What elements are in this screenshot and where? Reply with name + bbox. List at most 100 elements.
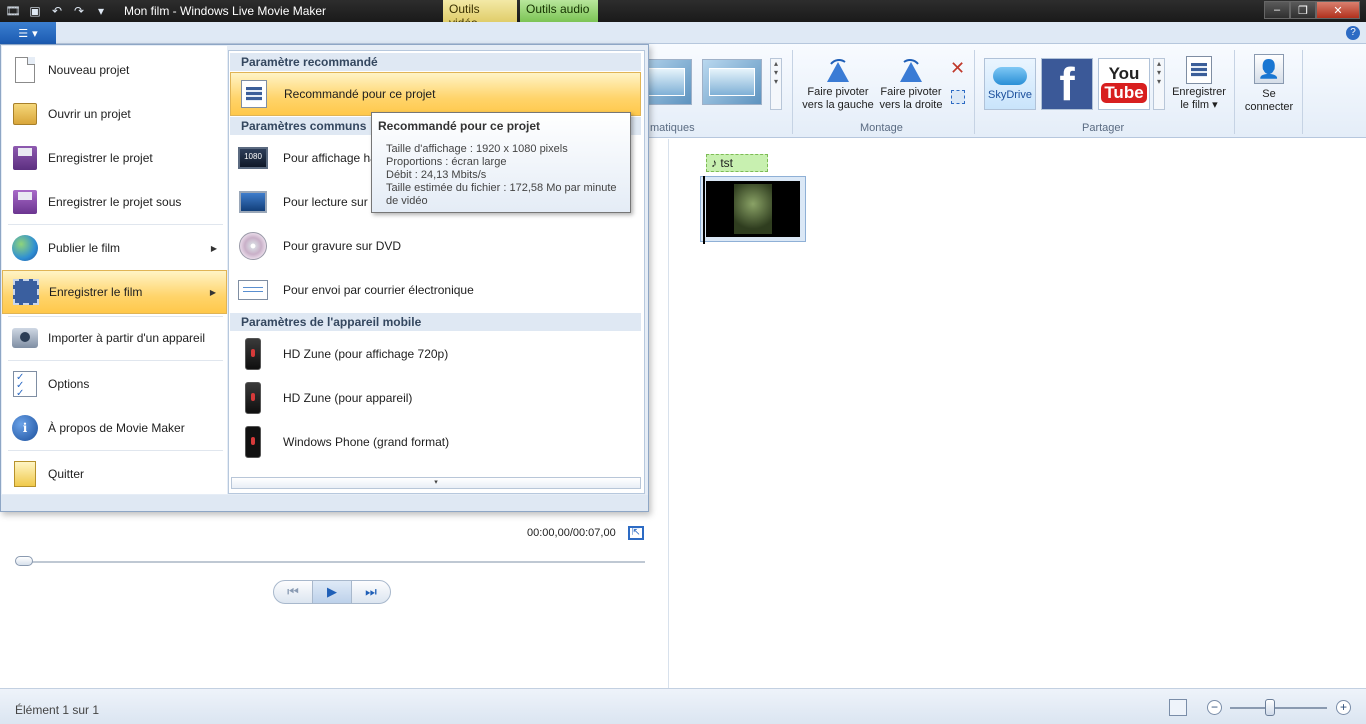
remove-icon[interactable]: ✕	[950, 58, 965, 79]
youtube-button[interactable]: You Tube	[1098, 58, 1150, 110]
submenu-item-label: Windows Phone (grand format)	[283, 435, 450, 449]
group-label-partager: Partager	[1082, 122, 1125, 134]
menu-item-label: Options	[48, 377, 90, 391]
video-clip-thumbnail	[706, 181, 800, 237]
play-button[interactable]: ▶	[312, 581, 352, 603]
rotate-left-label: Faire pivoter vers la gauche	[802, 86, 874, 111]
seek-thumb[interactable]	[15, 556, 33, 566]
next-frame-button[interactable]: ⏭	[352, 581, 390, 603]
window-controls: – ❐ ✕	[1264, 1, 1360, 19]
player-controls: ⏮ ▶ ⏭	[273, 580, 391, 604]
tooltip-line: Taille estimée du fichier : 172,58 Mo pa…	[386, 182, 617, 207]
open-folder-icon	[13, 103, 37, 125]
seek-bar[interactable]	[17, 561, 645, 563]
section-header-recommended: Paramètre recommandé	[230, 53, 641, 71]
zoom-in-button[interactable]: +	[1336, 700, 1351, 715]
select-all-icon[interactable]	[951, 90, 965, 104]
youtube-icon-bottom: Tube	[1101, 83, 1147, 103]
submenu-item-label: HD Zune (pour appareil)	[283, 391, 413, 405]
skydrive-label: SkyDrive	[987, 89, 1032, 101]
app-menu-button[interactable]: ☰ ▾	[0, 22, 56, 44]
help-button[interactable]: ?	[1346, 26, 1360, 40]
previous-frame-button[interactable]: ⏮	[274, 581, 312, 603]
submenu-scroll-down[interactable]: ▾	[231, 477, 641, 489]
timecode: 00:00,00/00:07,00	[527, 527, 616, 539]
menu-divider	[8, 360, 223, 361]
rotate-right-icon	[900, 59, 922, 82]
menu-item-save-movie[interactable]: Enregistrer le film ▶	[2, 270, 227, 314]
menu-item-exit[interactable]: Quitter	[2, 452, 227, 496]
group-label-montage: Montage	[860, 122, 903, 134]
submenu-item-label: Pour gravure sur DVD	[283, 239, 402, 253]
window-title: Mon film - Windows Live Movie Maker	[124, 4, 327, 18]
app-film-icon: 🎞	[5, 4, 21, 18]
thumbnail-size-icon[interactable]	[1169, 699, 1187, 716]
sign-in-button[interactable]: 👤 Se connecter	[1238, 54, 1300, 114]
rotate-left-button[interactable]: Faire pivoter vers la gauche	[800, 56, 876, 112]
tool-tab-video[interactable]: Outils vidéo	[443, 0, 517, 30]
status-bar	[0, 688, 1366, 724]
video-clip[interactable]	[700, 176, 806, 242]
theme-thumbnail[interactable]	[702, 59, 762, 105]
zoom-slider-track[interactable]	[1230, 707, 1327, 709]
maximize-button[interactable]: ❐	[1290, 1, 1316, 19]
redo-icon[interactable]: ↷	[70, 2, 88, 20]
app-menu-commands: Nouveau projet Ouvrir un projet Enregist…	[2, 46, 227, 494]
rotate-right-button[interactable]: Faire pivoter vers la droite	[876, 56, 946, 112]
exit-icon	[14, 461, 36, 487]
menu-item-save-project-as[interactable]: Enregistrer le projet sous	[2, 180, 227, 224]
submenu-item-label: HD Zune (pour affichage 720p)	[283, 347, 449, 361]
menu-item-label: À propos de Movie Maker	[48, 421, 185, 435]
skydrive-button[interactable]: SkyDrive	[984, 58, 1036, 110]
menu-item-open-project[interactable]: Ouvrir un projet	[2, 92, 227, 136]
checklist-icon: ✓ ✓ ✓	[13, 371, 37, 399]
undo-icon[interactable]: ↶	[48, 2, 66, 20]
submenu-item-zune-720p[interactable]: HD Zune (pour affichage 720p)	[230, 332, 641, 376]
menu-item-about[interactable]: i À propos de Movie Maker	[2, 406, 227, 450]
submenu-item-windows-phone[interactable]: Windows Phone (grand format)	[230, 420, 641, 464]
facebook-button[interactable]: f	[1041, 58, 1093, 110]
close-button[interactable]: ✕	[1316, 1, 1360, 19]
minimize-button[interactable]: –	[1264, 1, 1290, 19]
menu-item-publish-movie[interactable]: Publier le film ▶	[2, 226, 227, 270]
save-icon[interactable]: ▣	[26, 2, 44, 20]
ribbon-tab-row	[0, 22, 1366, 44]
save-disk-icon	[13, 146, 37, 170]
quick-access-toolbar: 🎞 ▣ ↶ ↷ ▾	[4, 2, 110, 20]
group-divider	[792, 50, 793, 134]
computer-icon	[239, 191, 267, 213]
fullscreen-icon[interactable]: ⇱	[628, 526, 644, 540]
audio-clip[interactable]: ♪ tst	[706, 154, 768, 172]
menu-item-new-project[interactable]: Nouveau projet	[2, 48, 227, 92]
info-icon: i	[12, 415, 38, 441]
playhead[interactable]	[703, 176, 705, 244]
hd-monitor-icon: 1080	[238, 147, 268, 169]
save-as-icon	[13, 190, 37, 214]
cloud-icon	[992, 67, 1027, 85]
menu-divider	[8, 450, 223, 451]
title-bar: 🎞 ▣ ↶ ↷ ▾ Mon film - Windows Live Movie …	[0, 0, 1366, 30]
save-movie-button[interactable]: Enregistrer le film ▾	[1168, 54, 1230, 112]
menu-item-save-project[interactable]: Enregistrer le projet	[2, 136, 227, 180]
sign-in-label: Se connecter	[1244, 88, 1294, 113]
submenu-item-recommended[interactable]: Recommandé pour ce projet	[230, 72, 641, 116]
save-movie-icon	[1186, 56, 1212, 84]
gallery-scroll[interactable]: ▴ ▾ ▾	[770, 58, 782, 110]
youtube-icon-top: You	[1108, 64, 1140, 83]
menu-item-label: Ouvrir un projet	[48, 107, 131, 121]
tool-tab-audio[interactable]: Outils audio	[520, 0, 598, 22]
menu-item-label: Enregistrer le film	[49, 285, 143, 299]
app-menu-footer	[1, 495, 648, 511]
zoom-out-button[interactable]: −	[1207, 700, 1222, 715]
zoom-slider-thumb[interactable]	[1265, 699, 1275, 716]
menu-item-import-device[interactable]: Importer à partir d'un appareil	[2, 316, 227, 360]
customize-dropdown-icon[interactable]: ▾	[92, 2, 110, 20]
menu-item-options[interactable]: ✓ ✓ ✓ Options	[2, 362, 227, 406]
share-gallery-scroll[interactable]: ▴ ▾ ▾	[1153, 58, 1165, 110]
section-header-mobile: Paramètres de l'appareil mobile	[230, 313, 641, 331]
submenu-item-zune-device[interactable]: HD Zune (pour appareil)	[230, 376, 641, 420]
zune-icon	[245, 338, 261, 370]
menu-item-label: Publier le film	[48, 241, 121, 255]
submenu-item-email[interactable]: Pour envoi par courrier électronique	[230, 268, 641, 312]
submenu-item-dvd[interactable]: Pour gravure sur DVD	[230, 224, 641, 268]
